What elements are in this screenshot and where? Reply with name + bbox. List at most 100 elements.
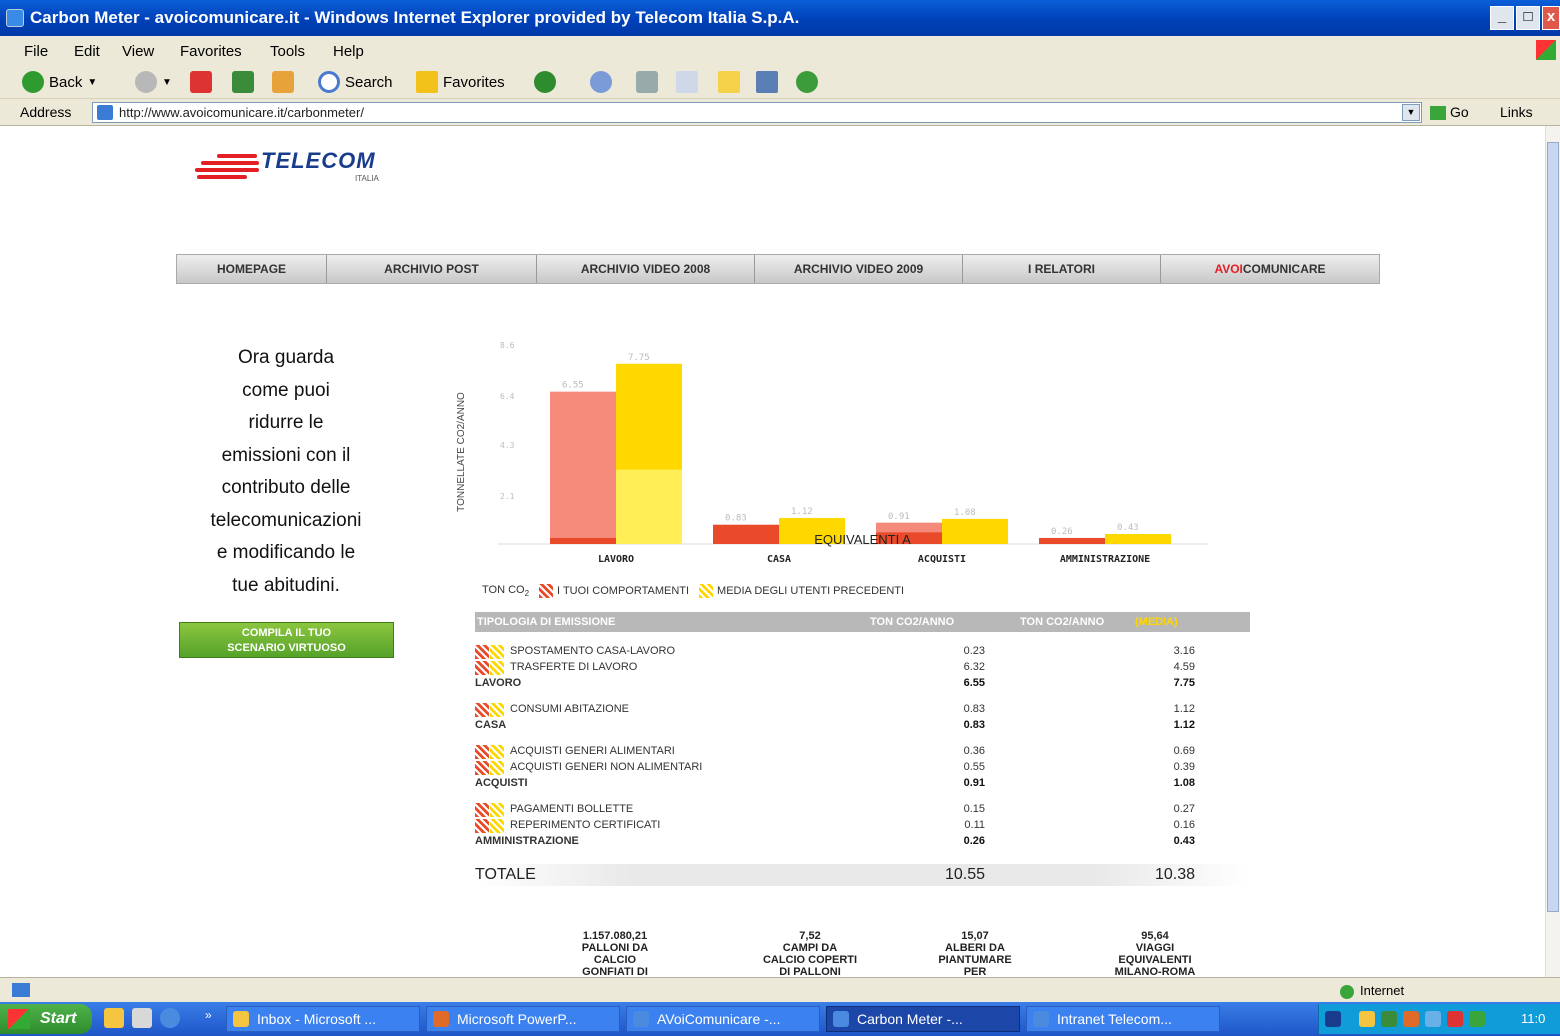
page-status-icon [12, 983, 30, 997]
research-icon [756, 71, 778, 93]
search-button[interactable]: Search [318, 70, 393, 94]
equivalenti-title: EQUIVALENTI A [814, 532, 911, 547]
row-swatch-icon [475, 745, 505, 759]
task-intranet[interactable]: Intranet Telecom... [1026, 1006, 1220, 1032]
nav-archivio-video-2009[interactable]: ARCHIVIO VIDEO 2009 [755, 255, 963, 283]
refresh-button[interactable] [232, 70, 254, 94]
address-input[interactable]: http://www.avoicomunicare.it/carbonmeter… [92, 102, 1422, 123]
forward-arrow-icon [135, 71, 157, 93]
table-subtotal-row: AMMINISTRAZIONE 0.26 0.43 [475, 835, 1195, 847]
address-label: Address [20, 104, 72, 120]
mail-button[interactable] [590, 70, 612, 94]
clock: 11:0 [1521, 1011, 1546, 1026]
minimize-button[interactable]: _ [1490, 6, 1514, 30]
bar-value-label: 1.08 [954, 508, 976, 518]
print-button[interactable] [636, 70, 658, 94]
windows-logo-icon [1536, 40, 1556, 60]
home-button[interactable] [272, 70, 294, 94]
go-button[interactable]: Go [1430, 104, 1469, 121]
intro-text: Ora guarda come puoi ridurre le emission… [210, 347, 362, 596]
menu-file[interactable]: File [24, 43, 48, 60]
tray-icon-2[interactable] [1381, 1011, 1397, 1027]
messenger-button[interactable] [796, 70, 818, 94]
vertical-scrollbar[interactable] [1545, 126, 1560, 977]
window-title: Carbon Meter - avoicomunicare.it - Windo… [30, 8, 800, 27]
bar-value-label: 1.12 [791, 507, 813, 517]
bar-value-label: 0.83 [725, 514, 747, 524]
ie-icon [6, 9, 24, 27]
equiv-alberi: 15,07 ALBERI DA PIANTUMARE PER [938, 930, 1012, 977]
home-icon [272, 71, 294, 93]
task-powerpoint[interactable]: Microsoft PowerP... [426, 1006, 620, 1032]
tray-icon-4[interactable] [1425, 1011, 1441, 1027]
equiv-campi: 7,52 CAMPI DA CALCIO COPERTI DI PALLONI [762, 930, 858, 977]
favorites-button[interactable]: Favorites [416, 70, 505, 94]
edit-button[interactable] [676, 70, 698, 94]
quicklaunch-app-icon[interactable] [132, 1008, 152, 1028]
folder-button[interactable] [718, 70, 740, 94]
table-row: ACQUISTI GENERI ALIMENTARI 0.36 0.69 [475, 744, 1250, 760]
scrollbar-thumb[interactable] [1547, 142, 1559, 912]
close-button[interactable]: x [1542, 6, 1560, 30]
tray-icon-5[interactable] [1447, 1011, 1463, 1027]
table-subtotal-row: CASA 0.83 1.12 [475, 719, 1195, 731]
browser-window: Carbon Meter - avoicomunicare.it - Windo… [0, 0, 1560, 1036]
legend-swatch-you [539, 584, 554, 599]
taskbar: Start » Inbox - Microsoft ... Microsoft … [0, 1002, 1560, 1036]
print-icon [636, 71, 658, 93]
tray-icon-6[interactable] [1469, 1011, 1485, 1027]
row-swatch-icon [475, 703, 505, 717]
back-button[interactable]: Back ▼ [22, 70, 97, 94]
menu-tools[interactable]: Tools [270, 43, 305, 60]
tray-icon-3[interactable] [1403, 1011, 1419, 1027]
menu-favorites[interactable]: Favorites [180, 43, 242, 60]
globe-icon [1340, 984, 1354, 999]
table-subtotal-row: LAVORO 6.55 7.75 [475, 677, 1195, 689]
equiv-palloni: 1.157.080,21 PALLONI DA CALCIO GONFIATI DI [581, 930, 649, 977]
quicklaunch-folder-icon[interactable] [104, 1008, 124, 1028]
address-bar: Address http://www.avoicomunicare.it/car… [0, 98, 1560, 126]
task-carbon-meter[interactable]: Carbon Meter -... [826, 1006, 1020, 1032]
bar-you-lavoro [550, 391, 616, 544]
links-button[interactable]: Links [1500, 104, 1533, 120]
main-nav: HOMEPAGE ARCHIVIO POST ARCHIVIO VIDEO 20… [176, 254, 1380, 284]
nav-homepage[interactable]: HOMEPAGE [177, 255, 327, 283]
table-row: CONSUMI ABITAZIONE 0.83 1.12 [475, 702, 1250, 718]
start-button[interactable]: Start [0, 1004, 92, 1034]
mail-icon [590, 71, 612, 93]
compila-scenario-button[interactable]: COMPILA IL TUO SCENARIO VIRTUOSO [179, 622, 394, 658]
menu-bar: File Edit View Favorites Tools Help [0, 36, 1560, 66]
toolbar: Back ▼ ▼ Search Favorites [0, 66, 1560, 98]
logo-stripes-icon [195, 152, 259, 180]
quicklaunch-ie-icon[interactable] [160, 1008, 180, 1028]
task-avoicomunicare[interactable]: AVoiComunicare -... [626, 1006, 820, 1032]
search-icon [318, 71, 340, 93]
nav-archivio-video-2008[interactable]: ARCHIVIO VIDEO 2008 [537, 255, 755, 283]
research-button[interactable] [756, 70, 778, 94]
task-inbox[interactable]: Inbox - Microsoft ... [226, 1006, 420, 1032]
legend-you: I TUOI COMPORTAMENTI [557, 585, 690, 598]
history-icon [534, 71, 556, 93]
language-icon[interactable] [1325, 1011, 1341, 1027]
table-subtotal-row: ACQUISTI 0.91 1.08 [475, 777, 1195, 789]
quicklaunch-more-icon[interactable]: » [205, 1008, 212, 1022]
row-swatch-icon [475, 803, 505, 817]
nav-archivio-post[interactable]: ARCHIVIO POST [327, 255, 537, 283]
table-row: PAGAMENTI BOLLETTE 0.15 0.27 [475, 802, 1250, 818]
forward-button[interactable]: ▼ [135, 70, 172, 94]
stop-button[interactable] [190, 70, 212, 94]
equiv-viaggi: 95,64 VIAGGI EQUIVALENTI MILANO-ROMA [1114, 930, 1196, 977]
refresh-icon [232, 71, 254, 93]
menu-view[interactable]: View [122, 43, 154, 60]
tray-icon-1[interactable] [1359, 1011, 1375, 1027]
address-dropdown-button[interactable]: ▼ [1402, 104, 1420, 121]
menu-edit[interactable]: Edit [74, 43, 100, 60]
maximize-button[interactable]: □ [1516, 6, 1540, 30]
nav-i-relatori[interactable]: I RELATORI [963, 255, 1161, 283]
history-button[interactable] [534, 70, 556, 94]
menu-help[interactable]: Help [333, 43, 364, 60]
y-tick-label: 2.1 [500, 492, 515, 501]
legend-avg: MEDIA DEGLI UTENTI PRECEDENTI [717, 585, 905, 598]
nav-avoicomunicare[interactable]: AVOICOMUNICARE [1161, 255, 1379, 283]
y-tick-label: 6.4 [500, 392, 515, 401]
